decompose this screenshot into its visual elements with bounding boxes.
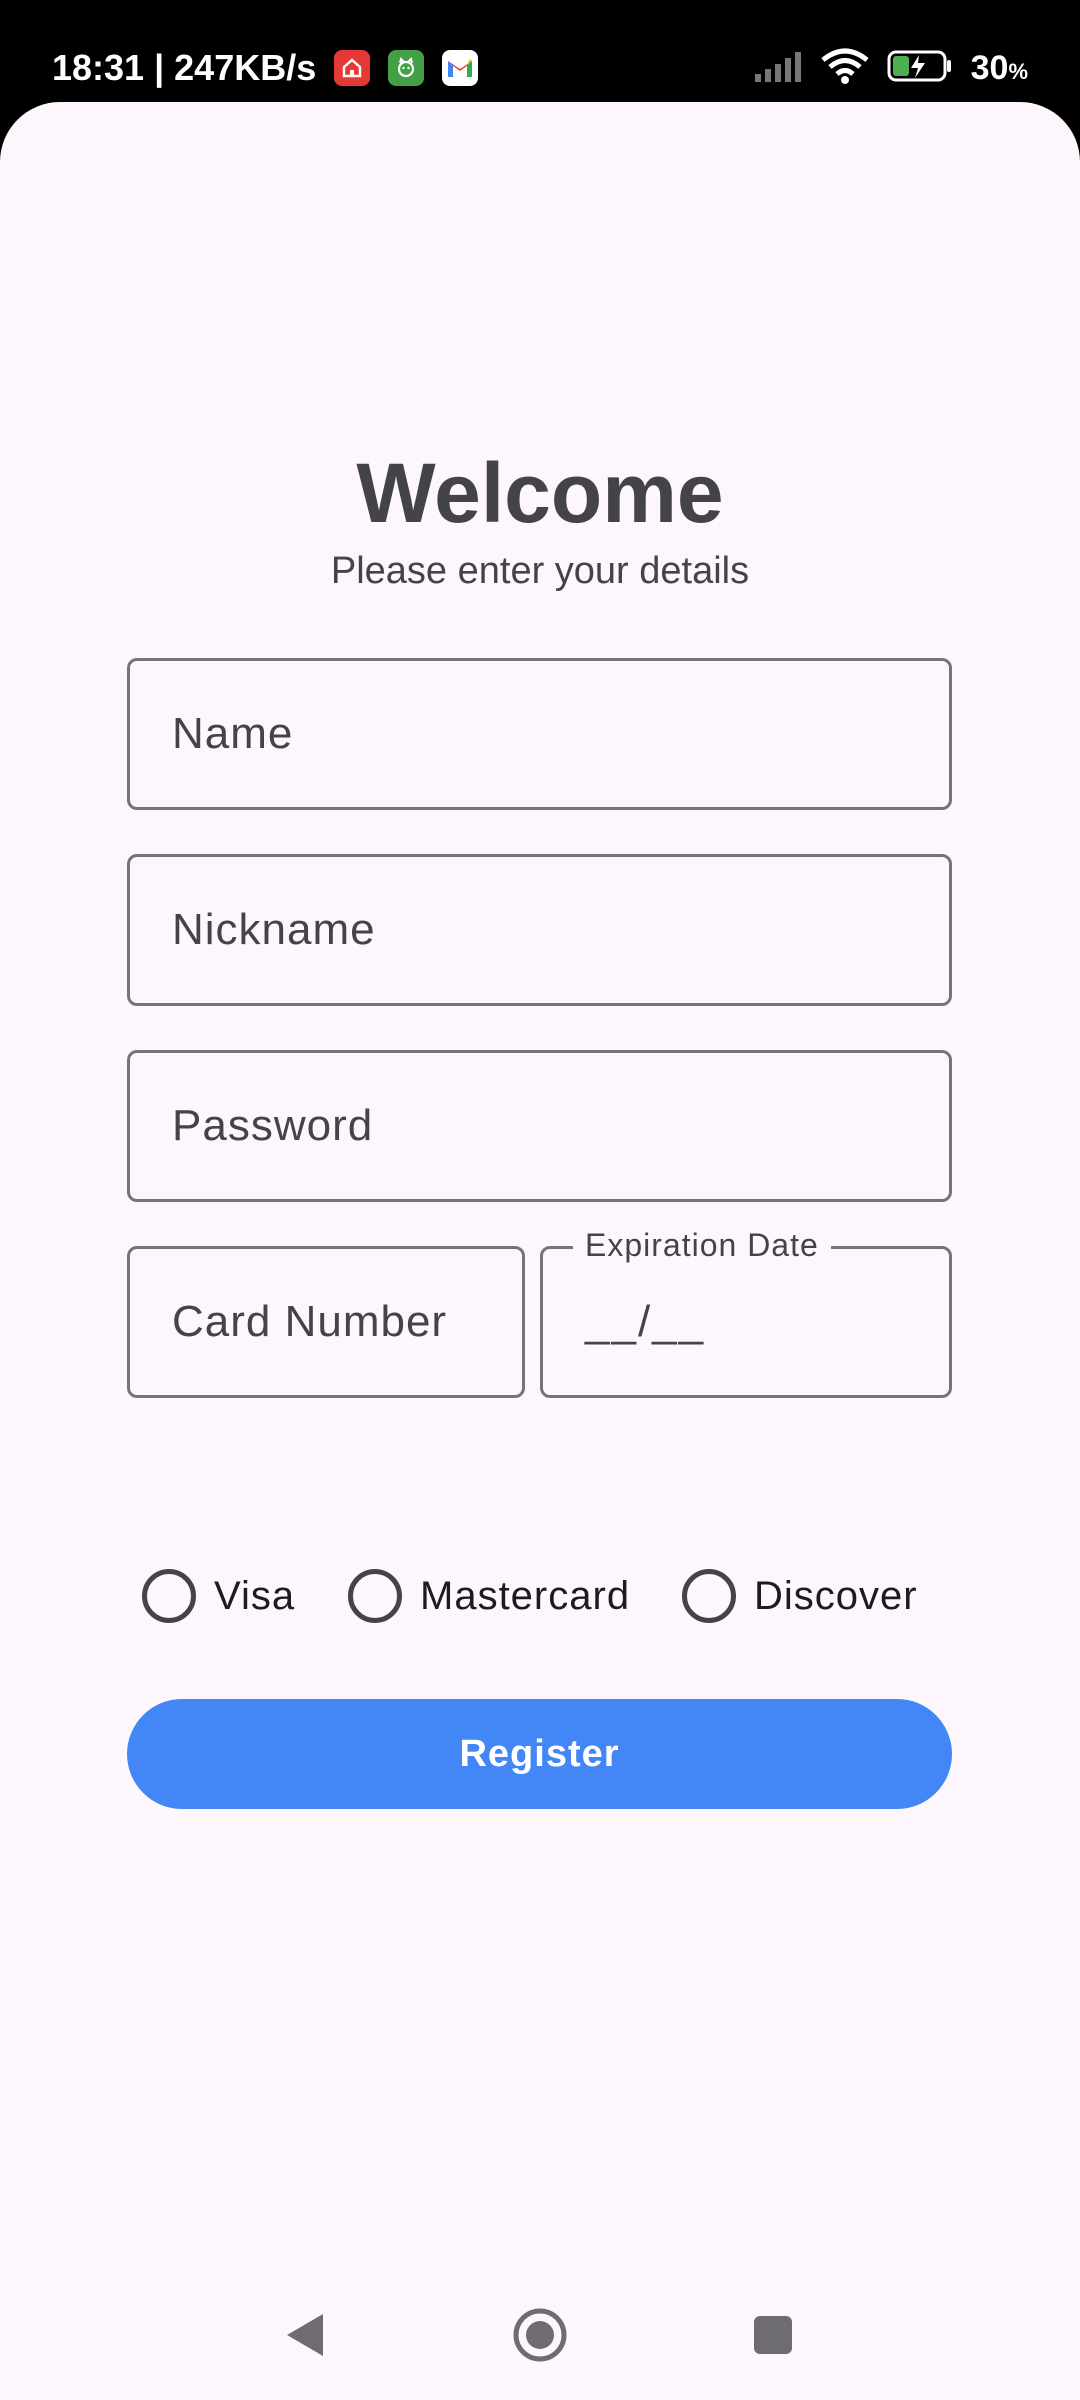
network-speed: 247KB/s <box>174 47 317 88</box>
navigation-bar <box>0 2280 1080 2390</box>
card-number-placeholder: Card Number <box>172 1297 448 1346</box>
back-button[interactable] <box>265 2280 345 2390</box>
name-placeholder: Name <box>172 709 294 758</box>
radio-circle-icon[interactable] <box>142 1569 196 1623</box>
home-circle-icon <box>513 2308 567 2362</box>
radio-label-visa: Visa <box>214 1573 296 1618</box>
back-triangle-icon <box>287 2314 323 2356</box>
radio-circle-icon[interactable] <box>682 1569 736 1623</box>
expiration-date-placeholder: __/__ <box>585 1297 706 1346</box>
home-app-icon <box>334 50 371 86</box>
radio-visa[interactable]: Visa <box>142 1566 295 1626</box>
status-right: 30% <box>753 44 1028 92</box>
nickname-field[interactable]: Nickname <box>127 854 952 1006</box>
expiration-date-field[interactable]: Expiration Date __/__ <box>540 1227 952 1398</box>
radio-discover[interactable]: Discover <box>682 1566 918 1626</box>
battery-icon <box>887 49 953 88</box>
page-subtitle: Please enter your details <box>330 550 750 592</box>
radio-circle-icon[interactable] <box>348 1569 402 1623</box>
radio-label-mastercard: Mastercard <box>420 1573 631 1618</box>
signal-icon <box>753 50 803 87</box>
clock: 18:31 <box>52 47 145 88</box>
radio-mastercard[interactable]: Mastercard <box>348 1566 630 1626</box>
password-placeholder: Password <box>172 1101 374 1150</box>
card-type-radio-group: Visa Mastercard Discover <box>142 1566 942 1626</box>
status-left: 18:31 | 247KB/s <box>52 44 479 92</box>
recents-square-icon <box>754 2316 792 2354</box>
gmail-icon <box>442 50 479 86</box>
battery-percent: 30% <box>970 48 1028 87</box>
card-number-field[interactable]: Card Number <box>127 1246 525 1398</box>
expiration-date-label: Expiration Date <box>573 1227 831 1264</box>
home-button[interactable] <box>500 2280 580 2390</box>
register-button[interactable]: Register <box>127 1699 952 1809</box>
wifi-icon <box>821 48 869 89</box>
recents-button[interactable] <box>733 2280 813 2390</box>
nickname-placeholder: Nickname <box>172 905 376 954</box>
separator: | <box>154 47 165 88</box>
radio-label-discover: Discover <box>754 1573 918 1618</box>
cat-app-icon <box>388 50 425 86</box>
page-title: Welcome <box>356 446 724 540</box>
password-field[interactable]: Password <box>127 1050 952 1202</box>
name-field[interactable]: Name <box>127 658 952 810</box>
status-bar: 18:31 | 247KB/s 30% <box>0 0 1080 110</box>
